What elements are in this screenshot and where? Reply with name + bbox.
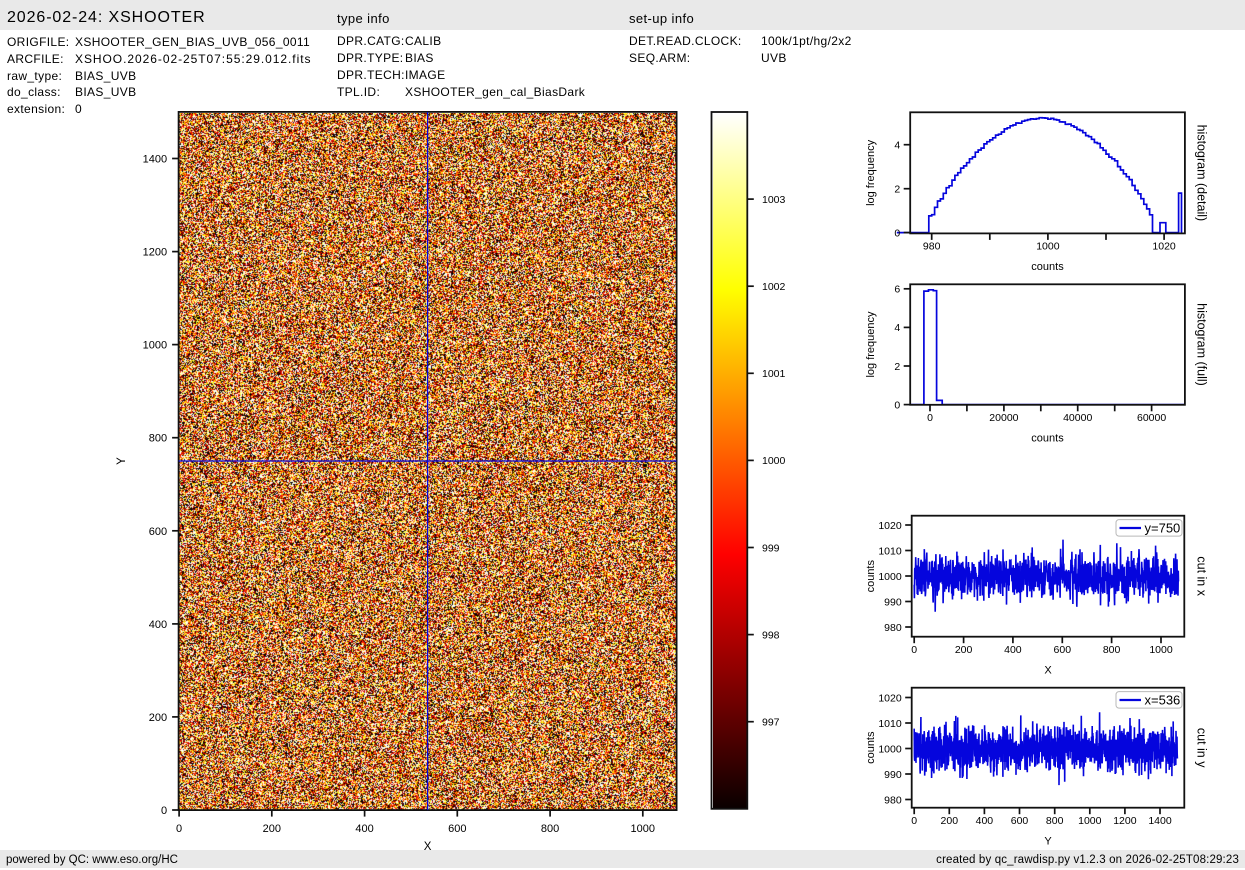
svg-text:980: 980 <box>923 241 941 253</box>
svg-text:4: 4 <box>894 322 900 334</box>
svg-text:0: 0 <box>894 399 900 411</box>
svg-text:1000: 1000 <box>878 571 902 583</box>
svg-text:1020: 1020 <box>1152 241 1176 253</box>
svg-text:1001: 1001 <box>762 368 786 380</box>
svg-text:1000: 1000 <box>1149 644 1173 656</box>
svg-text:0: 0 <box>894 227 900 239</box>
svg-text:log frequency: log frequency <box>865 139 877 206</box>
svg-text:X: X <box>1044 665 1052 677</box>
svg-text:6: 6 <box>894 284 900 296</box>
svg-text:400: 400 <box>149 619 167 631</box>
svg-text:400: 400 <box>976 815 994 827</box>
svg-text:0: 0 <box>176 823 182 835</box>
svg-text:200: 200 <box>263 823 281 835</box>
svg-text:1400: 1400 <box>143 154 167 166</box>
svg-text:0: 0 <box>927 412 933 424</box>
svg-text:histogram (full): histogram (full) <box>1195 303 1209 386</box>
svg-text:cut in x: cut in x <box>1195 556 1209 596</box>
svg-text:y=750: y=750 <box>1145 520 1181 535</box>
svg-text:60000: 60000 <box>1137 412 1166 424</box>
svg-text:1000: 1000 <box>1078 815 1102 827</box>
svg-text:1000: 1000 <box>1036 241 1060 253</box>
svg-text:800: 800 <box>1103 644 1121 656</box>
svg-text:200: 200 <box>941 815 959 827</box>
svg-text:X: X <box>424 841 432 853</box>
svg-text:600: 600 <box>1011 815 1029 827</box>
svg-text:counts: counts <box>1031 432 1064 444</box>
svg-text:1020: 1020 <box>878 520 902 532</box>
svg-text:990: 990 <box>884 769 902 781</box>
svg-text:20000: 20000 <box>989 412 1018 424</box>
svg-text:counts: counts <box>865 731 877 764</box>
svg-text:counts: counts <box>865 560 877 593</box>
svg-text:1000: 1000 <box>143 340 167 352</box>
svg-text:1003: 1003 <box>762 194 786 206</box>
svg-text:1010: 1010 <box>878 718 902 730</box>
svg-text:400: 400 <box>355 823 373 835</box>
svg-text:2: 2 <box>894 361 900 373</box>
svg-text:0: 0 <box>161 805 167 817</box>
svg-text:997: 997 <box>762 717 780 729</box>
svg-text:998: 998 <box>762 629 780 641</box>
svg-text:980: 980 <box>884 622 902 634</box>
svg-text:Y: Y <box>1044 836 1052 848</box>
svg-text:1400: 1400 <box>1148 815 1172 827</box>
svg-text:1010: 1010 <box>878 545 902 557</box>
svg-text:600: 600 <box>448 823 466 835</box>
svg-text:x=536: x=536 <box>1145 692 1181 707</box>
svg-text:cut in y: cut in y <box>1195 728 1209 768</box>
svg-text:1000: 1000 <box>762 455 786 467</box>
svg-text:1020: 1020 <box>878 692 902 704</box>
svg-text:800: 800 <box>1046 815 1064 827</box>
svg-text:1002: 1002 <box>762 281 786 293</box>
svg-text:400: 400 <box>1004 644 1022 656</box>
svg-text:0: 0 <box>911 815 917 827</box>
svg-text:1000: 1000 <box>878 743 902 755</box>
svg-text:980: 980 <box>884 794 902 806</box>
svg-text:1200: 1200 <box>143 247 167 259</box>
svg-text:0: 0 <box>911 644 917 656</box>
svg-text:800: 800 <box>541 823 559 835</box>
svg-text:4: 4 <box>894 140 900 152</box>
svg-text:Y: Y <box>116 457 128 465</box>
svg-text:200: 200 <box>149 712 167 724</box>
svg-text:800: 800 <box>149 433 167 445</box>
svg-text:40000: 40000 <box>1063 412 1092 424</box>
svg-text:histogram (detail): histogram (detail) <box>1195 125 1209 222</box>
svg-text:999: 999 <box>762 542 780 554</box>
svg-text:200: 200 <box>955 644 973 656</box>
svg-text:1000: 1000 <box>631 823 655 835</box>
svg-text:1200: 1200 <box>1113 815 1137 827</box>
svg-text:log frequency: log frequency <box>865 311 877 378</box>
svg-text:990: 990 <box>884 596 902 608</box>
svg-text:counts: counts <box>1031 261 1064 273</box>
svg-text:600: 600 <box>1054 644 1072 656</box>
svg-text:600: 600 <box>149 526 167 538</box>
svg-text:2: 2 <box>894 184 900 196</box>
